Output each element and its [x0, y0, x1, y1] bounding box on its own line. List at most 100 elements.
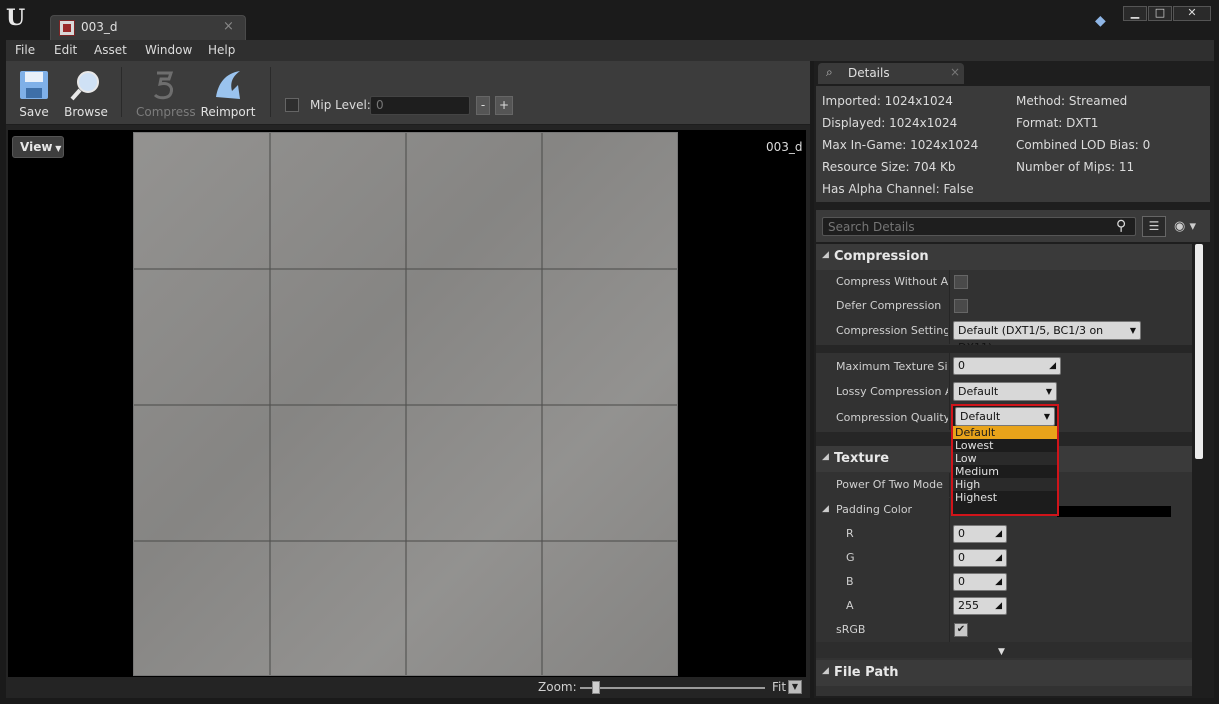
details-scrollbar[interactable] [1193, 244, 1205, 696]
combo-value: Default [958, 385, 999, 398]
lossy-compression-dropdown[interactable]: Default ▼ [953, 382, 1057, 401]
collapse-arrow-icon: ◢ [822, 504, 829, 514]
scrollbar-thumb[interactable] [1195, 244, 1203, 459]
category-file-path[interactable]: ◢ File Path [816, 660, 1192, 686]
texture-info: Imported: 1024x1024 Displayed: 1024x1024… [816, 86, 1210, 202]
compression-settings-dropdown[interactable]: Default (DXT1/5, BC1/3 on DX11) ▼ [953, 321, 1141, 354]
search-row: ⚲ ☰ ◉ ▾ [816, 210, 1210, 242]
scroll-down-icon[interactable]: ▼ [998, 647, 1005, 657]
menu-asset[interactable]: Asset [94, 43, 127, 57]
numbox-value: 0 [958, 551, 965, 564]
details-panel: ⌕ Details × Imported: 1024x1024 Displaye… [814, 61, 1214, 698]
category-label: Compression [834, 249, 929, 264]
close-window-button[interactable]: ✕ [1173, 6, 1211, 21]
prop-label: Compression Settings [836, 324, 948, 337]
info-num-mips: Number of Mips: 11 [1016, 160, 1135, 174]
menu-edit[interactable]: Edit [54, 43, 77, 57]
option-default[interactable]: Default [953, 426, 1057, 439]
document-tab[interactable]: 003_d × [50, 15, 246, 40]
mip-increase-button[interactable]: + [495, 96, 513, 115]
info-resource-size: Resource Size: 704 Kb [822, 160, 956, 174]
option-highest[interactable]: Highest [953, 491, 1057, 504]
compress-button[interactable]: Compress [136, 67, 196, 123]
search-icon[interactable]: ⚲ [1116, 218, 1132, 234]
option-medium[interactable]: Medium [953, 465, 1057, 478]
details-tab[interactable]: ⌕ Details × [818, 63, 964, 84]
info-format: Format: DXT1 [1016, 116, 1099, 130]
drag-handle-icon: ◢ [995, 577, 1002, 587]
srgb-checkbox[interactable]: ✔ [954, 623, 968, 637]
zoom-slider-thumb[interactable] [592, 681, 600, 694]
drag-handle-icon: ◢ [995, 553, 1002, 563]
compression-quality-dropdown[interactable]: Default ▼ Default Lowest Low Medium High… [951, 404, 1059, 516]
category-label: File Path [834, 665, 899, 680]
unreal-logo-icon: U [6, 5, 26, 31]
details-magnifier-icon: ⌕ [826, 65, 833, 79]
max-texture-size-input[interactable]: 0 ◢ [953, 357, 1061, 375]
zoom-slider[interactable] [580, 687, 765, 689]
magnifier-icon [70, 71, 99, 101]
tile-line [405, 133, 407, 675]
section-gap [816, 345, 1192, 353]
document-tab-label: 003_d [81, 20, 118, 34]
minimize-button[interactable]: ▁ [1123, 6, 1147, 21]
option-low[interactable]: Low [953, 452, 1057, 465]
prop-padding-r: R 0 ◢ [816, 522, 1192, 546]
prop-label: R [846, 527, 854, 540]
close-tab-icon[interactable]: × [950, 65, 960, 79]
maximize-button[interactable]: □ [1148, 6, 1172, 21]
toolbar-separator [121, 67, 122, 117]
zoom-mode-dropdown[interactable]: ▼ [788, 680, 802, 694]
toolbar-separator [270, 67, 271, 117]
menu-file[interactable]: File [15, 43, 35, 57]
column-divider [949, 473, 950, 497]
column-divider [949, 522, 950, 546]
prop-label: A [846, 599, 854, 612]
property-matrix-icon[interactable]: ☰ [1142, 216, 1166, 237]
prop-compress-without-alpha: Compress Without Alpha [816, 270, 1192, 294]
collapse-arrow-icon: ◢ [822, 250, 829, 260]
padding-r-input[interactable]: 0 ◢ [953, 525, 1007, 543]
column-divider [949, 379, 950, 404]
column-divider [949, 404, 950, 430]
info-imported: Imported: 1024x1024 [822, 94, 953, 108]
mip-decrease-button[interactable]: - [476, 96, 490, 115]
column-divider [949, 546, 950, 570]
view-options-button[interactable]: View ▼ [12, 136, 64, 158]
browse-button[interactable]: Browse [59, 67, 113, 123]
padding-g-input[interactable]: 0 ◢ [953, 549, 1007, 567]
save-button[interactable]: Save [7, 67, 61, 123]
search-details-input[interactable] [822, 217, 1136, 236]
menu-window[interactable]: Window [145, 43, 192, 57]
padding-a-input[interactable]: 255 ◢ [953, 597, 1007, 615]
menu-help[interactable]: Help [208, 43, 235, 57]
mip-level-checkbox[interactable] [285, 98, 299, 112]
collapse-arrow-icon: ◢ [822, 666, 829, 676]
option-high[interactable]: High [953, 478, 1057, 491]
padding-color-swatch[interactable] [1057, 506, 1171, 517]
view-options-eye-icon[interactable]: ◉ ▾ [1174, 216, 1208, 237]
compress-without-alpha-checkbox[interactable] [954, 275, 968, 289]
prop-label: Defer Compression [836, 299, 942, 312]
defer-compression-checkbox[interactable] [954, 299, 968, 313]
save-label: Save [19, 105, 49, 119]
graduation-cap-icon[interactable]: ◆ [1095, 13, 1111, 29]
prop-padding-a: A 255 ◢ [816, 594, 1192, 618]
padding-b-input[interactable]: 0 ◢ [953, 573, 1007, 591]
floppy-disk-icon [20, 71, 48, 99]
close-tab-icon[interactable]: × [223, 19, 234, 34]
mip-level-input[interactable]: 0 [370, 96, 470, 115]
option-lowest[interactable]: Lowest [953, 439, 1057, 452]
reimport-button[interactable]: Reimport [199, 67, 257, 123]
prop-max-texture-size: Maximum Texture Size 0 ◢ [816, 353, 1192, 379]
prop-label: sRGB [836, 623, 866, 636]
reimport-label: Reimport [200, 105, 256, 119]
compression-quality-combo[interactable]: Default ▼ [955, 407, 1055, 426]
combo-value: Default [960, 410, 1001, 423]
category-compression[interactable]: ◢ Compression [816, 244, 1192, 270]
prop-label: G [846, 551, 855, 564]
info-displayed: Displayed: 1024x1024 [822, 116, 958, 130]
title-bar: U 003_d × ◆ ▁ □ ✕ [0, 0, 1219, 40]
texture-viewport[interactable]: View ▼ 003_d [8, 130, 806, 677]
info-max-in-game: Max In-Game: 1024x1024 [822, 138, 979, 152]
